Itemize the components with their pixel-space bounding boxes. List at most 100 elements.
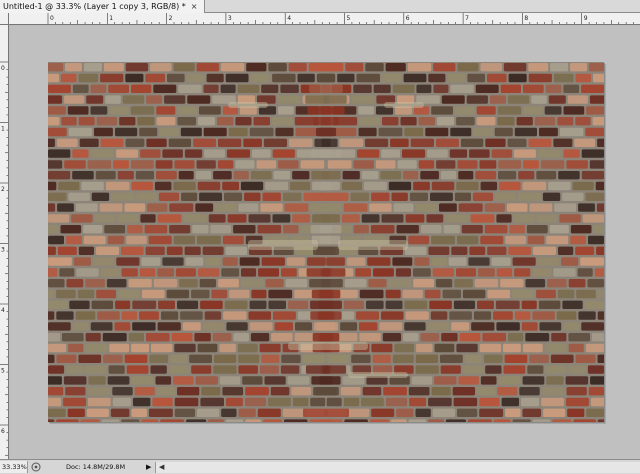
brick [568,333,590,342]
brick [467,73,485,83]
brick [473,127,493,137]
brick [305,365,330,374]
brick [456,343,478,353]
brick [533,246,556,255]
brick [369,203,392,212]
brick [508,333,524,342]
brick [257,225,282,234]
brick [392,354,414,363]
pasteboard[interactable] [10,26,640,459]
brick [324,63,344,72]
brick [544,343,567,353]
brick [379,322,403,331]
brick [131,84,152,93]
zoom-level-field[interactable]: 33.33% [0,461,28,473]
brick [537,257,560,266]
brick [496,268,513,277]
ruler-label: 0 [1,65,5,72]
brick [596,246,604,255]
brick [75,203,98,212]
brick [198,268,220,277]
brick [396,408,414,417]
brick [152,397,173,407]
brick [567,95,588,104]
brick [451,322,470,331]
brick [403,73,427,83]
brick [586,408,604,417]
brick [273,311,296,320]
brick [273,171,291,180]
brick [503,365,526,374]
brick [450,84,474,93]
brick [455,106,475,115]
ruler-origin[interactable] [0,13,9,25]
brick [48,235,64,245]
ruler-label: 3 [1,247,5,254]
brick [125,63,149,72]
horizontal-ruler[interactable]: 0 1 2 3 4 5 6 7 8 9 [9,13,640,25]
brick [548,181,571,191]
brick [568,365,586,374]
brick [451,246,468,255]
brick [265,279,284,288]
brick [568,343,584,353]
brick [558,171,580,180]
brick [164,95,186,104]
brick [292,171,310,180]
status-info-icon[interactable] [31,462,41,472]
brick [395,268,411,277]
brick [148,408,173,417]
brick [581,149,604,158]
brick [523,160,539,169]
brick [226,149,250,158]
brick [241,268,257,277]
ruler-label: 6 [406,15,410,22]
brick [543,408,566,417]
brick [532,419,551,422]
vertical-ruler[interactable]: 0 1 2 3 4 5 6 [0,25,9,459]
brick [121,246,144,255]
brick [541,387,565,396]
brick [64,95,85,104]
brick [271,333,293,342]
brick [505,235,526,245]
brick [59,268,75,277]
brick [116,257,140,266]
brick [260,203,283,212]
brick [383,387,407,396]
brick [174,397,199,407]
brick [90,106,108,115]
brick [456,117,475,126]
document-canvas[interactable] [48,62,604,422]
brick [388,181,412,191]
brick [208,214,226,223]
scroll-left-icon[interactable]: ◀ [159,462,164,473]
status-menu-arrow-icon[interactable]: ▶ [146,463,151,471]
brick [303,192,327,201]
brick [48,171,71,180]
brick [317,73,336,83]
brick [479,408,504,417]
brick [487,73,507,83]
brick [575,354,596,363]
brick [85,343,108,353]
brick [458,203,483,212]
brick [131,408,147,417]
brick [48,387,64,396]
brick [263,138,287,147]
brick [117,214,139,223]
close-icon[interactable]: × [191,0,198,13]
brick [63,397,86,407]
brick [498,160,522,169]
brick [590,376,604,385]
brick [225,397,243,407]
brick [48,419,55,422]
brick [553,138,573,147]
horizontal-scrollbar[interactable]: ◀ [155,462,640,473]
brick [282,192,302,201]
brick [239,257,260,266]
brick [135,171,154,180]
document-tab[interactable]: Untitled-1 @ 33.3% (Layer 1 copy 3, RGB/… [0,0,205,13]
brick [545,84,562,93]
brick [88,376,106,385]
